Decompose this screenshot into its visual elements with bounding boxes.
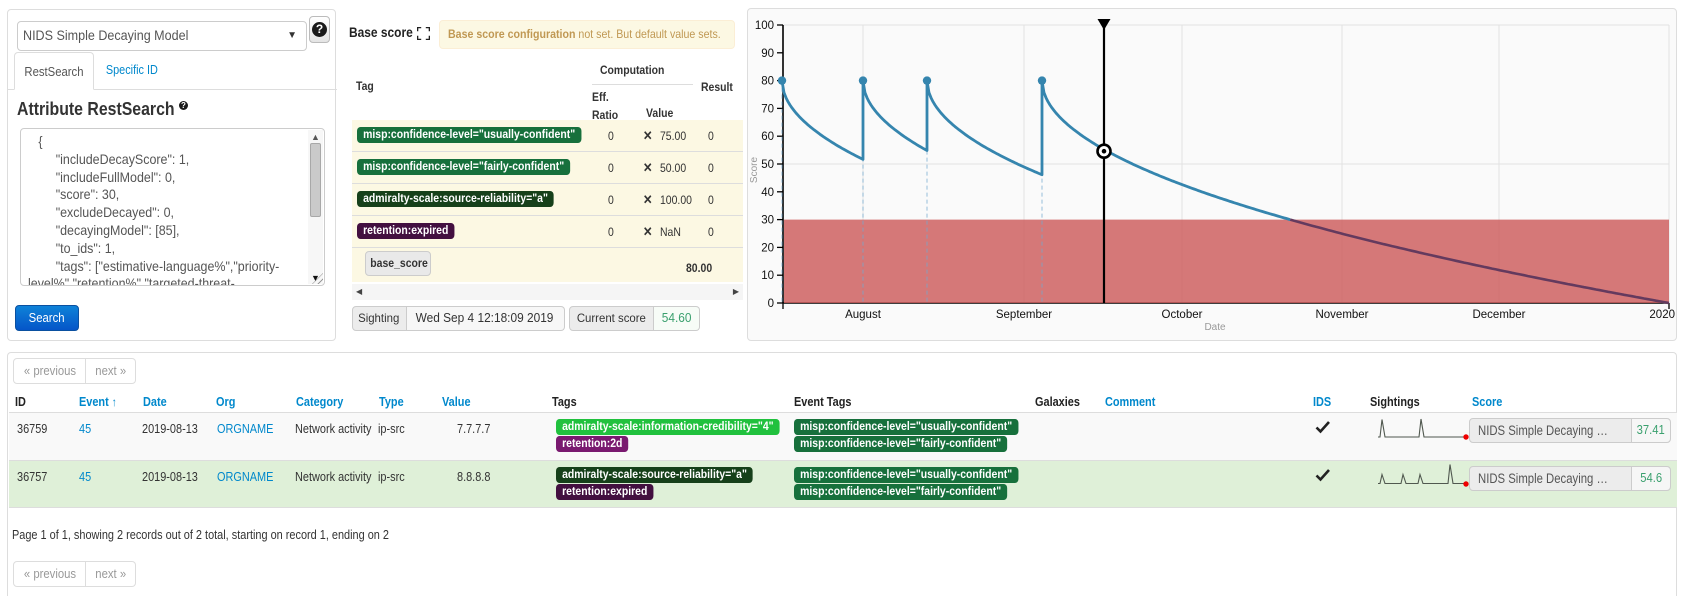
svg-text:November: November	[1315, 309, 1368, 321]
svg-text:100: 100	[755, 20, 774, 32]
svg-text:0: 0	[768, 298, 774, 310]
svg-text:50: 50	[761, 159, 774, 171]
svg-text:September: September	[996, 309, 1052, 321]
svg-text:40: 40	[761, 187, 774, 199]
svg-text:60: 60	[761, 131, 774, 143]
svg-text:August: August	[845, 309, 882, 321]
svg-text:10: 10	[761, 270, 774, 282]
svg-text:2020: 2020	[1649, 309, 1675, 321]
svg-text:70: 70	[761, 103, 774, 115]
svg-text:October: October	[1162, 309, 1203, 321]
svg-text:December: December	[1472, 309, 1525, 321]
svg-text:20: 20	[761, 242, 774, 254]
svg-text:90: 90	[761, 48, 774, 60]
svg-text:30: 30	[761, 215, 774, 227]
svg-text:Score: Score	[749, 157, 760, 184]
svg-text:80: 80	[761, 76, 774, 88]
svg-text:Date: Date	[1204, 322, 1226, 333]
